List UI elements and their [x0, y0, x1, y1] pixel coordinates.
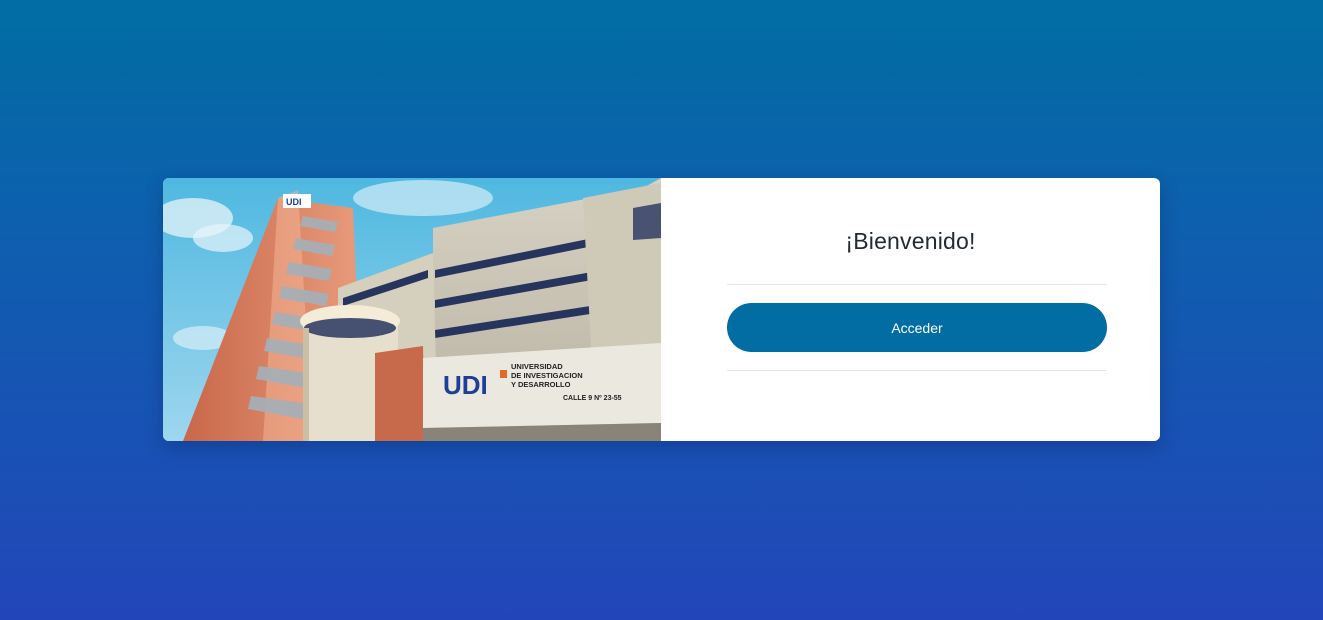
login-pane: ¡Bienvenido! Acceder	[661, 178, 1160, 441]
campus-building-illustration: UDI UDI UNIVERSIDAD DE INVESTIGACION Y D…	[163, 178, 661, 441]
sign-line-1: UNIVERSIDAD	[511, 362, 563, 371]
sign-line-2: DE INVESTIGACION	[511, 371, 583, 380]
login-card: UDI UDI UNIVERSIDAD DE INVESTIGACION Y D…	[163, 178, 1160, 441]
tower-logo-text: UDI	[286, 197, 302, 207]
divider-top	[727, 284, 1107, 285]
access-button[interactable]: Acceder	[727, 303, 1107, 352]
sign-logo-text: UDI	[443, 370, 488, 400]
campus-building-image: UDI UDI UNIVERSIDAD DE INVESTIGACION Y D…	[163, 178, 661, 441]
sign-address: CALLE 9 Nº 23-55	[563, 395, 622, 402]
welcome-title: ¡Bienvenido!	[845, 228, 976, 254]
sign-line-3: Y DESARROLLO	[511, 380, 571, 389]
divider-bottom	[727, 370, 1107, 371]
